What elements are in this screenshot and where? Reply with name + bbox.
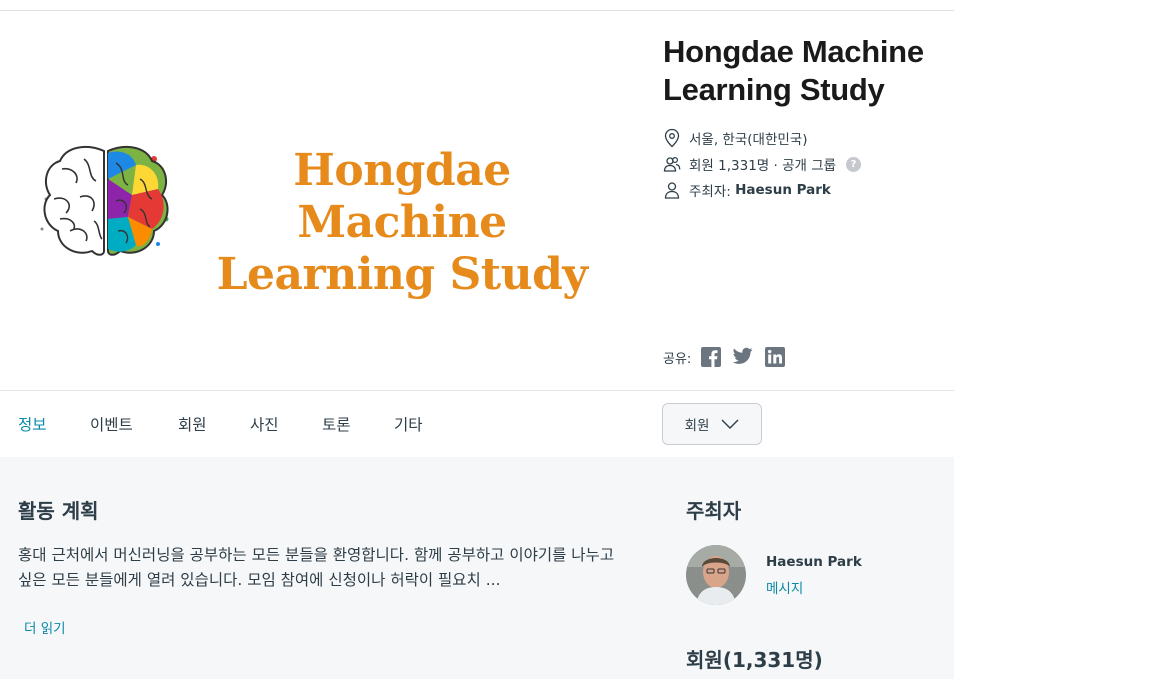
brain-logo [40, 145, 169, 256]
tab-discussions[interactable]: 토론 [322, 413, 351, 435]
banner-title-line2: Learning Study [216, 249, 588, 300]
tab-events[interactable]: 이벤트 [90, 413, 133, 435]
organizer-section-name[interactable]: Haesun Park [766, 554, 862, 570]
tab-about[interactable]: 정보 [18, 413, 47, 435]
group-content: 활동 계획 홍대 근처에서 머신러닝을 공부하는 모든 분들을 환영합니다. 함… [0, 457, 954, 679]
member-dropdown-button[interactable]: 회원 [662, 403, 762, 445]
members-icon [663, 156, 681, 172]
share-label: 공유: [663, 351, 692, 367]
tab-photos[interactable]: 사진 [250, 413, 279, 435]
organizer-avatar[interactable] [686, 545, 746, 605]
member-dropdown-label: 회원 [684, 418, 710, 434]
location-pin-icon [664, 128, 680, 148]
share-row: 공유: [663, 345, 797, 369]
organizer-name-link[interactable]: Haesun Park [735, 182, 831, 198]
group-header: Hongdae Machine Learning Study Hongdae M… [0, 11, 954, 390]
organizer-prefix: 주최자: [689, 184, 736, 200]
read-more-link[interactable]: 더 읽기 [24, 617, 66, 637]
group-name: Hongdae Machine Learning Study [663, 34, 924, 107]
linkedin-icon[interactable] [765, 347, 786, 367]
organizer-person-icon [664, 182, 680, 199]
group-tab-bar: 정보 이벤트 회원 사진 토론 기타 회원 [0, 391, 954, 457]
facebook-icon[interactable] [701, 347, 722, 367]
tab-more[interactable]: 기타 [394, 413, 423, 435]
twitter-icon[interactable] [733, 347, 753, 367]
organizer-row: 주최자: Haesun Park [663, 179, 831, 201]
group-info: Hongdae Machine Learning Study 서울, 한국(대한… [663, 11, 954, 390]
about-heading: 활동 계획 [18, 499, 99, 523]
members-count-text[interactable]: 회원 1,331명 · 공개 그룹 [689, 154, 836, 174]
right-whitespace [954, 0, 1152, 679]
organizer-heading: 주최자 [686, 499, 742, 523]
group-banner: Hongdae Machine Learning Study [0, 11, 640, 390]
message-organizer-link[interactable]: 메시지 [766, 577, 803, 597]
banner-title: Hongdae Machine Learning Study [182, 145, 622, 301]
chevron-down-icon [721, 419, 739, 429]
members-heading-label: 회원 [686, 648, 723, 672]
members-heading-count: (1,331명) [722, 648, 823, 672]
help-icon[interactable]: ? [846, 156, 862, 172]
about-description: 홍대 근처에서 머신러닝을 공부하는 모든 분들을 환영합니다. 함께 공부하고… [18, 546, 615, 589]
location-row: 서울, 한국(대한민국) [663, 127, 807, 149]
banner-title-line1: Hongdae Machine [293, 145, 511, 248]
members-heading: 회원(1,331명) [686, 644, 823, 673]
location-text[interactable]: 서울, 한국(대한민국) [689, 128, 807, 148]
tab-members[interactable]: 회원 [178, 413, 207, 435]
members-row: 회원 1,331명 · 공개 그룹 ? [663, 153, 862, 175]
